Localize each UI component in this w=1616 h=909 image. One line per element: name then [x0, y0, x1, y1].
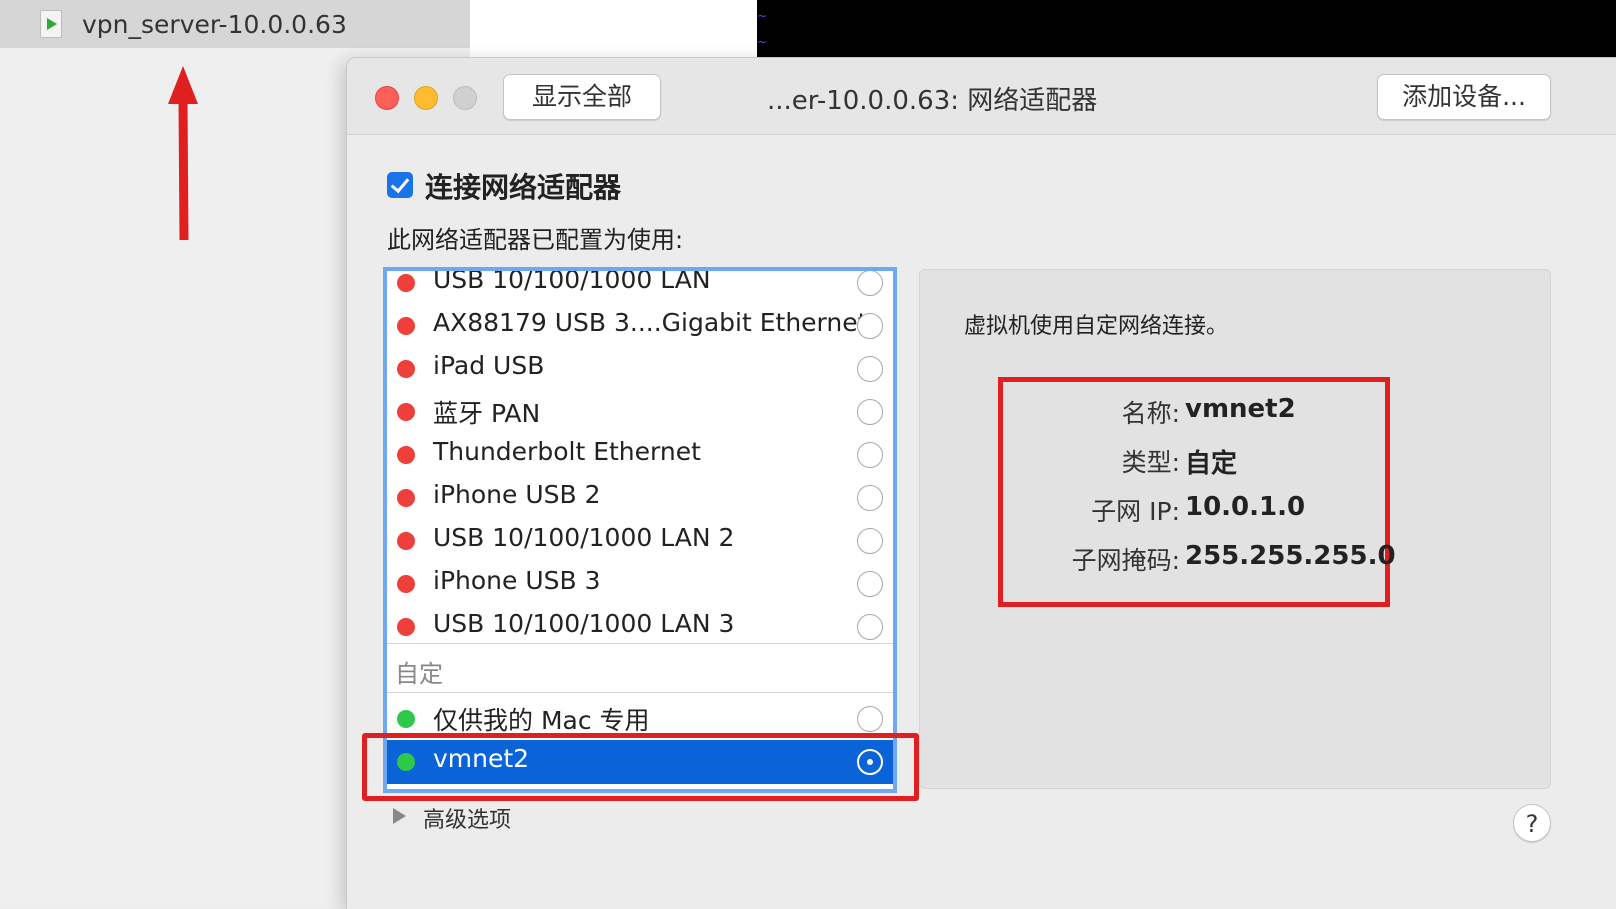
- status-red-icon: [397, 575, 415, 593]
- radio-button[interactable]: [857, 614, 883, 640]
- list-item[interactable]: iPhone USB 3: [387, 562, 893, 606]
- interface-label: USB 10/100/1000 LAN 2: [433, 523, 735, 552]
- field-key: 类型:: [1121, 448, 1180, 477]
- list-item[interactable]: Thunderbolt Ethernet: [387, 433, 893, 477]
- interface-label: iPad USB: [433, 351, 545, 380]
- info-description: 虚拟机使用自定网络连接。: [964, 314, 1229, 339]
- interface-label: AX88179 USB 3....Gigabit Ethernet: [433, 308, 868, 337]
- list-item[interactable]: AX88179 USB 3....Gigabit Ethernet: [387, 304, 893, 348]
- interface-label: USB 10/100/1000 LAN: [433, 267, 711, 294]
- connect-adapter-label[interactable]: 连接网络适配器: [425, 166, 621, 206]
- minimize-window-button[interactable]: [414, 86, 438, 110]
- radio-button[interactable]: [857, 399, 883, 425]
- radio-button[interactable]: [857, 356, 883, 382]
- close-window-button[interactable]: [375, 86, 399, 110]
- radio-button[interactable]: [857, 271, 883, 296]
- annotation-highlight-box: 名称: vmnet2 类型: 自定 子网 IP: 10.0.1.0 子网掩码: …: [998, 377, 1396, 607]
- window-title: ...er-10.0.0.63: 网络适配器: [767, 86, 1098, 116]
- adapter-list[interactable]: USB 10/100/1000 LAN AX88179 USB 3....Gig…: [383, 267, 897, 793]
- terminal-line: ~: [757, 35, 768, 49]
- custom-section-header: 自定: [387, 643, 893, 693]
- window-titlebar: 显示全部 ...er-10.0.0.63: 网络适配器 添加设备...: [347, 58, 1616, 135]
- interface-label: iPhone USB 3: [433, 566, 601, 595]
- background-strip: [470, 0, 757, 60]
- interface-label: Thunderbolt Ethernet: [433, 437, 701, 466]
- interface-label: 仅供我的 Mac 专用: [433, 706, 650, 735]
- disclosure-triangle-icon[interactable]: [393, 808, 406, 824]
- field-key: 子网掩码:: [1071, 546, 1180, 575]
- status-red-icon: [397, 403, 415, 421]
- list-item[interactable]: iPad USB: [387, 347, 893, 391]
- status-red-icon: [397, 532, 415, 550]
- info-field: 子网 IP: 10.0.1.0: [1003, 492, 1385, 532]
- status-red-icon: [397, 489, 415, 507]
- field-value: 255.255.255.0: [1185, 541, 1396, 571]
- list-item[interactable]: 蓝牙 PAN: [387, 390, 893, 434]
- vm-library-item[interactable]: vpn_server-10.0.0.63: [0, 0, 470, 48]
- network-adapter-window: 显示全部 ...er-10.0.0.63: 网络适配器 添加设备... 连接网络…: [346, 57, 1616, 909]
- interface-label: iPhone USB 2: [433, 480, 601, 509]
- annotation-arrow-icon: [168, 66, 198, 241]
- radio-button[interactable]: [857, 706, 883, 732]
- terminal-line: ~: [757, 9, 768, 23]
- connect-adapter-checkbox[interactable]: [387, 172, 413, 198]
- list-item[interactable]: iPhone USB 2: [387, 476, 893, 520]
- status-red-icon: [397, 446, 415, 464]
- show-all-button[interactable]: 显示全部: [503, 74, 661, 120]
- terminal-window: [757, 0, 1616, 58]
- info-field: 名称: vmnet2: [1003, 394, 1385, 434]
- info-field: 子网掩码: 255.255.255.0: [1003, 541, 1396, 581]
- add-device-button[interactable]: 添加设备...: [1377, 74, 1551, 120]
- advanced-options-label[interactable]: 高级选项: [423, 802, 511, 834]
- status-red-icon: [397, 618, 415, 636]
- interface-label: USB 10/100/1000 LAN 3: [433, 609, 735, 638]
- vm-name-label: vpn_server-10.0.0.63: [82, 9, 347, 39]
- field-value: vmnet2: [1185, 394, 1296, 424]
- list-item[interactable]: USB 10/100/1000 LAN 2: [387, 519, 893, 563]
- status-red-icon: [397, 317, 415, 335]
- radio-button[interactable]: [857, 528, 883, 554]
- field-value: 10.0.1.0: [1185, 492, 1306, 522]
- status-red-icon: [397, 360, 415, 378]
- custom-section-label: 自定: [395, 660, 443, 688]
- zoom-window-button: [453, 86, 477, 110]
- radio-button[interactable]: [857, 313, 883, 339]
- status-red-icon: [397, 274, 415, 292]
- adapter-info-panel: 虚拟机使用自定网络连接。 名称: vmnet2 类型: 自定 子网 IP: 10…: [919, 269, 1551, 789]
- field-key: 名称:: [1121, 399, 1180, 428]
- field-value: 自定: [1185, 449, 1238, 479]
- help-button[interactable]: ?: [1513, 804, 1551, 842]
- list-item[interactable]: USB 10/100/1000 LAN: [387, 267, 893, 305]
- field-key: 子网 IP:: [1091, 497, 1180, 526]
- configured-label: 此网络适配器已配置为使用:: [387, 226, 684, 254]
- annotation-highlight-box: [362, 733, 919, 801]
- info-field: 类型: 自定: [1003, 443, 1385, 483]
- vm-play-icon: [40, 10, 62, 38]
- interface-label: 蓝牙 PAN: [433, 399, 541, 428]
- radio-button[interactable]: [857, 571, 883, 597]
- radio-button[interactable]: [857, 442, 883, 468]
- status-green-icon: [397, 710, 415, 728]
- radio-button[interactable]: [857, 485, 883, 511]
